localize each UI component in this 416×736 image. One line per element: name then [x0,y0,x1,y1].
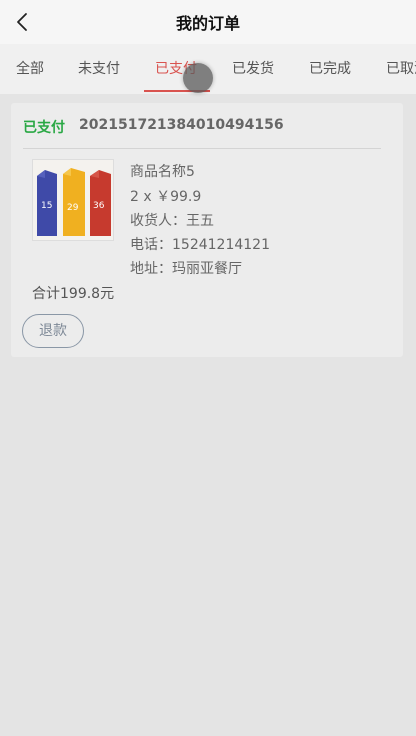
back-button[interactable] [8,8,36,36]
box-yellow-digit: 29 [67,203,79,213]
page-title: 我的订单 [175,14,240,33]
tab-cancelled[interactable]: 已取消 [386,44,416,94]
tab-unpaid[interactable]: 未支付 [78,44,120,94]
tab-all[interactable]: 全部 [16,44,44,94]
chevron-left-icon [17,13,27,31]
product-boxes-illustration: 15 29 36 [33,160,113,240]
card-divider [23,148,381,149]
product-image: 15 29 36 [32,159,114,241]
quantity-price: 2 x ￥99.9 [130,189,202,205]
delivery-address: 地址：玛丽亚餐厅 [130,261,242,277]
refund-button[interactable]: 退款 [22,314,84,348]
order-card: 已支付 20215172138401049415​6 15 29 36 商品名称… [11,103,403,357]
box-red-digit: 36 [93,201,105,211]
order-number: 20215172138401049415​6 [79,117,284,133]
product-name: 商品名称5 [130,164,195,180]
recipient-name: 收货人：王五 [130,213,214,229]
touch-indicator [183,63,213,93]
recipient-phone: 电话：15241214121 [130,237,270,253]
order-status-badge: 已支付 [23,120,65,136]
header-bar: 我的订单 [0,0,416,44]
order-total: 合计199.8元 [32,286,115,302]
tab-completed[interactable]: 已完成 [309,44,351,94]
tab-shipped[interactable]: 已发货 [232,44,274,94]
box-blue-digit: 15 [41,201,52,211]
